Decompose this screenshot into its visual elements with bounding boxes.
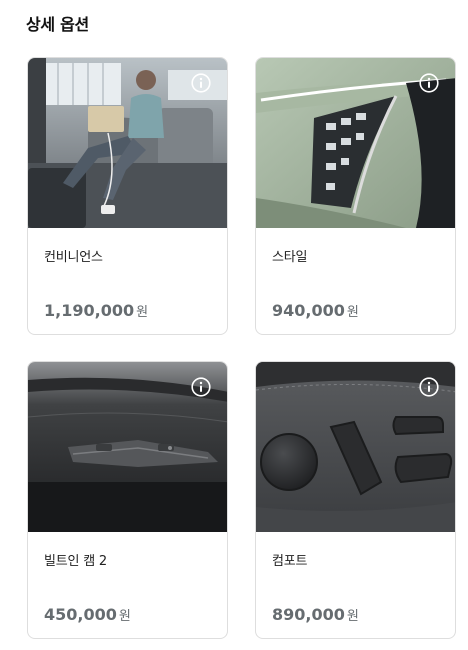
option-card-style[interactable]: 스타일 940,000 원 [255,57,456,335]
price-value: 450,000 [44,605,117,624]
info-icon[interactable] [191,377,211,397]
option-name: 컴포트 [272,554,308,569]
info-icon[interactable] [191,73,211,93]
option-card-convenience[interactable]: 컨비니언스 1,190,000 원 [27,57,228,335]
option-price: 1,190,000 원 [44,301,148,320]
option-price: 890,000 원 [272,605,359,624]
option-price: 450,000 원 [44,605,131,624]
option-card-comfort[interactable]: 컴포트 890,000 원 [255,361,456,639]
price-unit: 원 [136,305,149,320]
option-name: 스타일 [272,250,308,265]
price-value: 1,190,000 [44,301,135,320]
price-unit: 원 [118,609,131,624]
price-value: 890,000 [272,605,345,624]
info-icon[interactable] [419,73,439,93]
info-icon[interactable] [419,377,439,397]
option-name: 컨비니언스 [44,250,103,265]
option-name: 빌트인 캠 2 [44,554,107,569]
price-unit: 원 [346,305,359,320]
price-value: 940,000 [272,301,345,320]
section-title: 상세 옵션 [26,15,89,34]
option-price: 940,000 원 [272,301,359,320]
price-unit: 원 [346,609,359,624]
option-card-builtin-cam[interactable]: 빌트인 캠 2 450,000 원 [27,361,228,639]
